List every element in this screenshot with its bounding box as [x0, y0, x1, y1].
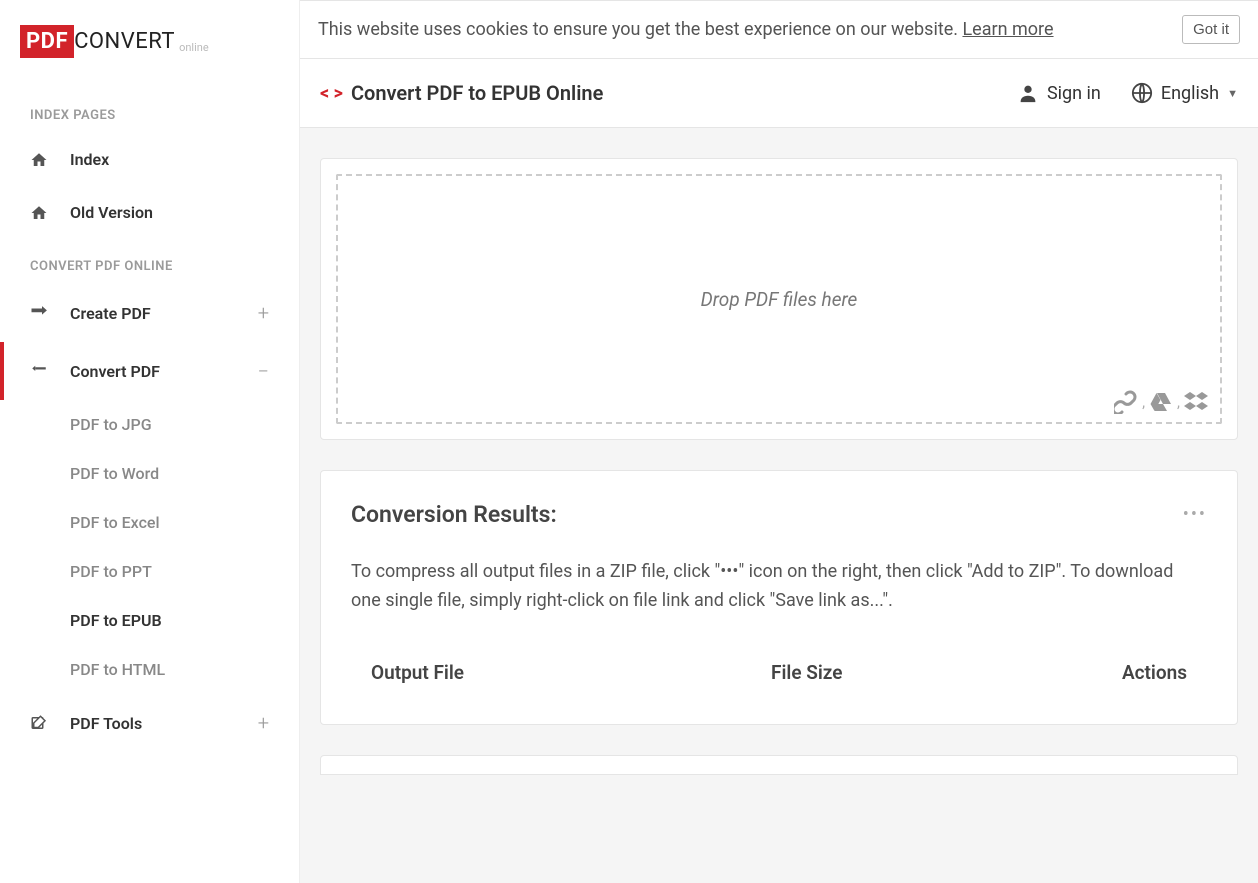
main: This website uses cookies to ensure you …: [300, 0, 1258, 883]
dropbox-icon[interactable]: [1184, 390, 1208, 414]
upload-sources: , ,: [1114, 390, 1208, 414]
sidebar-sub-label: PDF to PPT: [70, 562, 152, 581]
sidebar-item-label: Old Version: [70, 203, 269, 222]
link-icon[interactable]: [1114, 390, 1138, 414]
sidebar-item-index[interactable]: Index: [0, 133, 299, 186]
sidebar-item-label: Convert PDF: [70, 362, 258, 381]
cookie-message: This website uses cookies to ensure you …: [318, 19, 962, 40]
arrow-left-icon: [30, 362, 48, 380]
caret-down-icon: ▼: [1227, 87, 1238, 100]
more-options-icon[interactable]: •••: [1183, 504, 1207, 525]
google-drive-icon[interactable]: [1149, 390, 1173, 414]
page-title: Convert PDF to EPUB Online: [351, 81, 603, 105]
upload-card: Drop PDF files here , ,: [320, 158, 1238, 440]
cookie-banner: This website uses cookies to ensure you …: [300, 0, 1258, 59]
sidebar-sub-pdf-to-html[interactable]: PDF to HTML: [0, 645, 299, 694]
cookie-learn-more-link[interactable]: Learn more: [962, 19, 1053, 40]
home-icon: [30, 204, 48, 222]
col-actions: Actions: [1115, 661, 1187, 684]
sidebar-item-create-pdf[interactable]: Create PDF +: [0, 284, 299, 342]
cookie-got-it-button[interactable]: Got it: [1182, 15, 1240, 44]
sidebar-sub-label: PDF to JPG: [70, 415, 152, 434]
results-header: Conversion Results: •••: [351, 501, 1207, 528]
sidebar: PDF CONVERT online INDEX PAGES Index Old…: [0, 0, 300, 883]
sidebar-sub-label: PDF to Word: [70, 464, 159, 483]
sidebar-item-old-version[interactable]: Old Version: [0, 186, 299, 239]
col-file-size: File Size: [771, 661, 1115, 684]
arrow-right-icon: [30, 304, 48, 322]
next-card-stub: [320, 755, 1238, 775]
sidebar-sub-pdf-to-epub[interactable]: PDF to EPUB: [0, 596, 299, 645]
sidebar-item-label: PDF Tools: [70, 714, 258, 733]
expand-icon: +: [258, 301, 269, 325]
expand-icon: +: [258, 711, 269, 735]
sidebar-item-pdf-tools[interactable]: PDF Tools +: [0, 694, 299, 752]
language-label: English: [1161, 83, 1219, 104]
user-icon: [1017, 82, 1039, 104]
sidebar-sub-label: PDF to Excel: [70, 513, 160, 532]
sidebar-item-label: Index: [70, 150, 269, 169]
topbar: < > Convert PDF to EPUB Online Sign in E…: [300, 59, 1258, 128]
results-card: Conversion Results: ••• To compress all …: [320, 470, 1238, 725]
logo[interactable]: PDF CONVERT online: [0, 20, 299, 88]
collapse-icon: −: [258, 359, 269, 383]
sidebar-item-convert-pdf[interactable]: Convert PDF −: [0, 342, 299, 400]
sidebar-sub-pdf-to-word[interactable]: PDF to Word: [0, 449, 299, 498]
results-description: To compress all output files in a ZIP fi…: [351, 558, 1207, 616]
edit-icon: [30, 714, 48, 732]
separator: ,: [1142, 393, 1145, 411]
language-selector[interactable]: English ▼: [1131, 82, 1238, 104]
results-title: Conversion Results:: [351, 501, 1183, 528]
sidebar-section-convert: CONVERT PDF ONLINE: [0, 239, 299, 284]
cookie-text: This website uses cookies to ensure you …: [318, 19, 1182, 40]
content: Drop PDF files here , ,: [300, 128, 1258, 805]
separator: ,: [1177, 393, 1180, 411]
sidebar-sub-label: PDF to HTML: [70, 660, 165, 679]
logo-convert: CONVERT: [74, 29, 175, 54]
sidebar-sub-pdf-to-ppt[interactable]: PDF to PPT: [0, 547, 299, 596]
home-icon: [30, 151, 48, 169]
sign-in-button[interactable]: Sign in: [1017, 82, 1101, 104]
code-icon: < >: [320, 83, 343, 104]
sidebar-sub-pdf-to-excel[interactable]: PDF to Excel: [0, 498, 299, 547]
dropzone-label: Drop PDF files here: [701, 288, 858, 311]
file-dropzone[interactable]: Drop PDF files here , ,: [336, 174, 1222, 424]
logo-online: online: [179, 41, 209, 58]
col-output-file: Output File: [371, 661, 771, 684]
logo-pdf: PDF: [20, 25, 74, 58]
results-table-header: Output File File Size Actions: [351, 651, 1207, 694]
sidebar-section-index: INDEX PAGES: [0, 88, 299, 133]
sidebar-sub-pdf-to-jpg[interactable]: PDF to JPG: [0, 400, 299, 449]
sign-in-label: Sign in: [1047, 83, 1101, 104]
page-title-wrap: < > Convert PDF to EPUB Online: [320, 81, 603, 105]
sidebar-sub-label: PDF to EPUB: [70, 611, 162, 630]
sidebar-item-label: Create PDF: [70, 304, 258, 323]
globe-icon: [1131, 82, 1153, 104]
